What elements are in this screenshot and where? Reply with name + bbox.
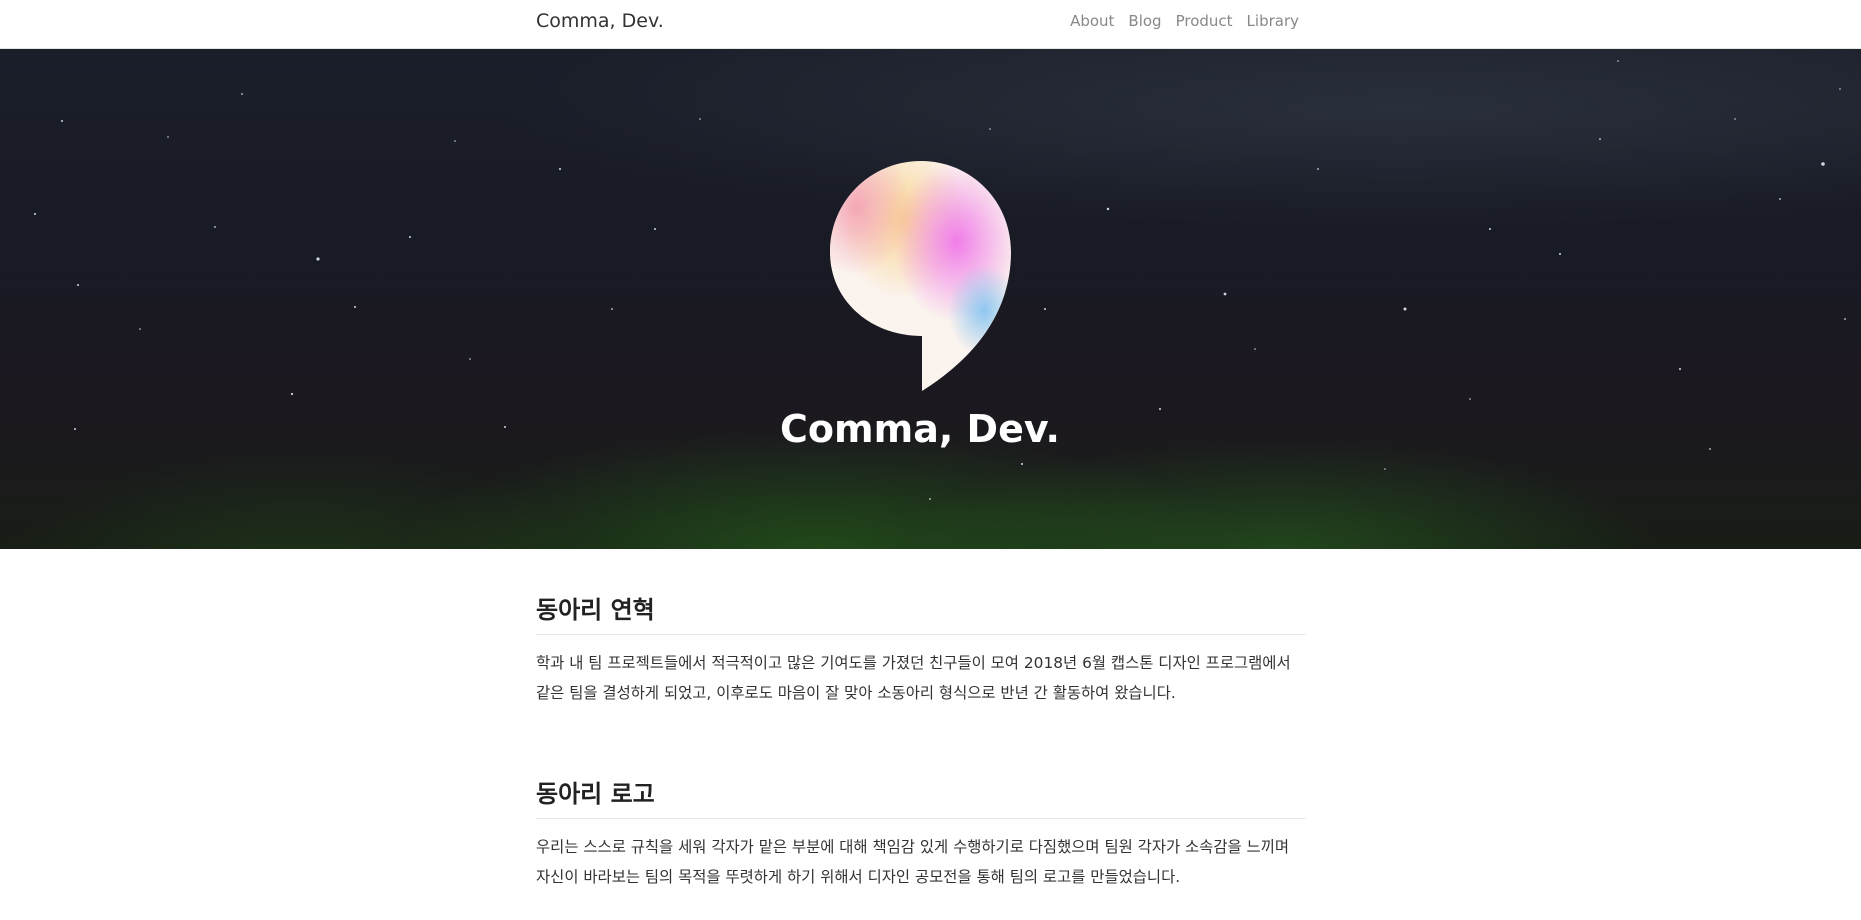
nav-link-library[interactable]: Library xyxy=(1247,10,1299,32)
section-title: 동아리 로고 xyxy=(536,778,1306,819)
nav-link-about[interactable]: About xyxy=(1070,10,1114,32)
nav-link-blog[interactable]: Blog xyxy=(1128,10,1161,32)
nav-links: About Blog Product Library xyxy=(1070,10,1299,32)
section-text: 우리는 스스로 규칙을 세워 각자가 맡은 부분에 대해 책임감 있게 수행하기… xyxy=(536,838,1290,886)
hero-title: Comma, Dev. xyxy=(780,407,1060,451)
brand-link[interactable]: Comma, Dev. xyxy=(536,9,664,33)
section-club-history: 동아리 연혁 학과 내 팀 프로젝트들에서 적극적이고 많은 기여도를 가졌던 … xyxy=(536,594,1306,708)
section-club-logo: 동아리 로고 우리는 스스로 규칙을 세워 각자가 맡은 부분에 대해 책임감 … xyxy=(536,778,1306,892)
top-navbar: Comma, Dev. About Blog Product Library xyxy=(0,0,1861,49)
hero-banner: Comma, Dev. xyxy=(0,49,1861,549)
nav-link-product[interactable]: Product xyxy=(1176,10,1233,32)
section-text: 학과 내 팀 프로젝트들에서 적극적이고 많은 기여도를 가졌던 친구들이 모여… xyxy=(536,654,1291,702)
section-title: 동아리 연혁 xyxy=(536,594,1306,635)
comma-logo-icon xyxy=(830,161,1011,391)
